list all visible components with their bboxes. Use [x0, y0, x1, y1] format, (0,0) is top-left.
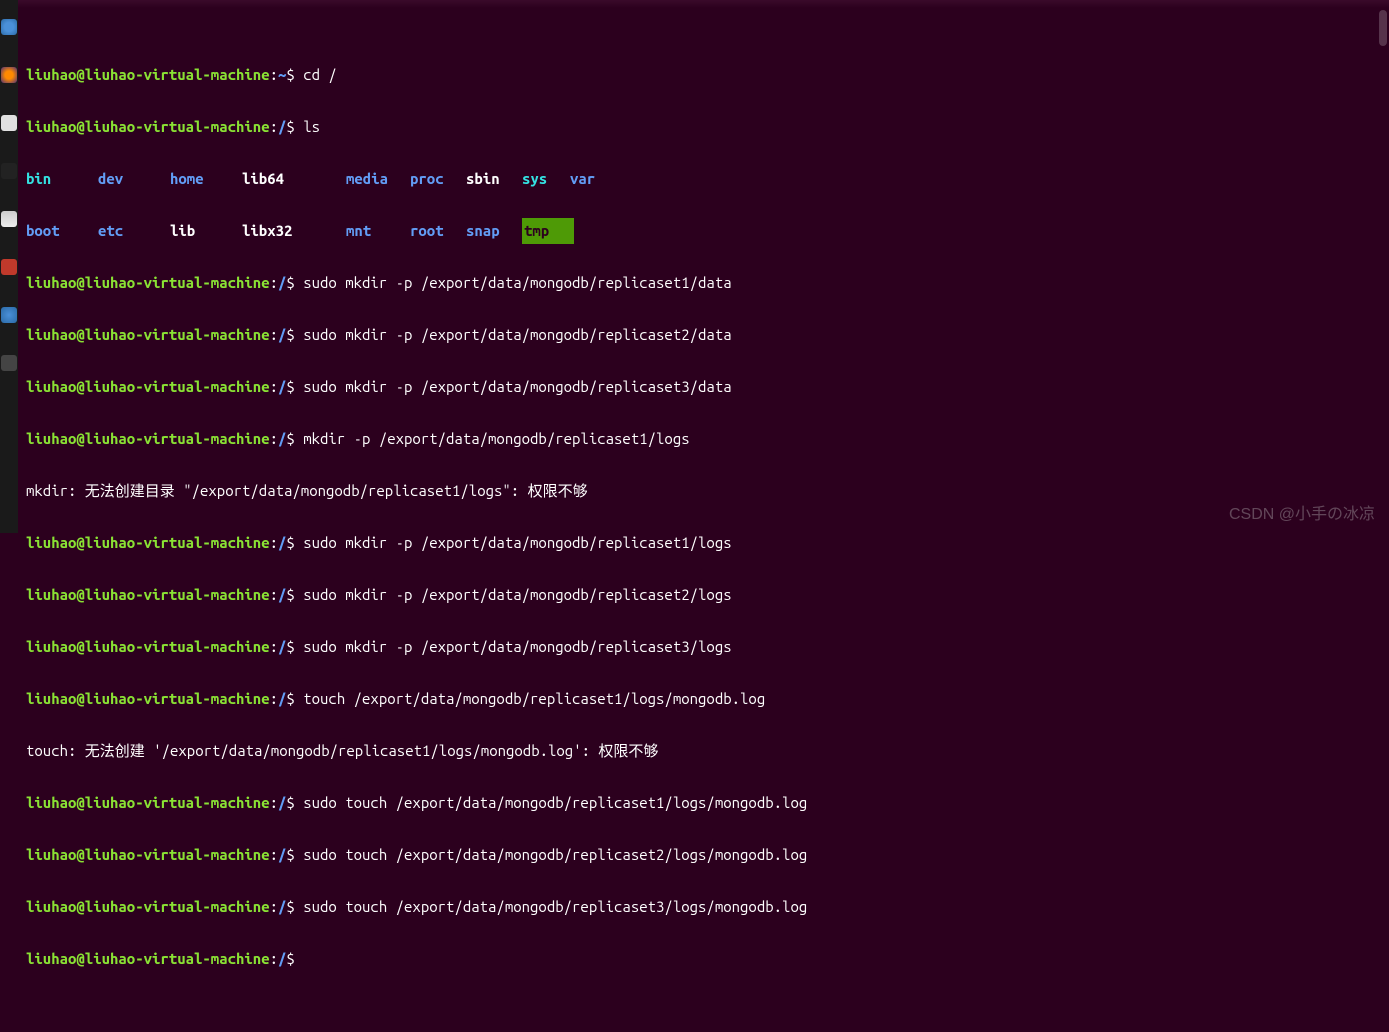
ls-entry-lib64: lib64 [242, 166, 346, 192]
watermark-text: CSDN @小手の冰凉 [1229, 500, 1375, 524]
prompt-sep: : [270, 66, 278, 83]
firefox-icon[interactable] [1, 67, 17, 83]
ls-entry-home: home [170, 166, 242, 192]
ls-entry-dev: dev [98, 166, 170, 192]
terminal-window: liuhao@liuhao-virtual-machine:~$ cd / li… [18, 0, 1389, 530]
ls-row-2: bootetcliblibx32mntrootsnaptmp [26, 218, 1381, 244]
mkdir-error: mkdir: 无法创建目录 "/export/data/mongodb/repl… [26, 478, 1381, 504]
ls-entry-root: root [410, 218, 466, 244]
term-line: liuhao@liuhao-virtual-machine:/$ sudo to… [26, 790, 1381, 816]
term-line: liuhao@liuhao-virtual-machine:/$ sudo to… [26, 842, 1381, 868]
terminal-output[interactable]: liuhao@liuhao-virtual-machine:~$ cd / li… [18, 8, 1389, 1032]
ls-entry-boot: boot [26, 218, 98, 244]
term-line: liuhao@liuhao-virtual-machine:/$ mkdir -… [26, 426, 1381, 452]
ls-entry-libx32: libx32 [242, 218, 346, 244]
cmd-mkdir-fail: mkdir -p /export/data/mongodb/replicaset… [303, 430, 689, 447]
cmd-ls: ls [303, 118, 320, 135]
ubuntu-dock[interactable] [0, 0, 18, 533]
ls-entry-mnt: mnt [346, 218, 410, 244]
term-line: liuhao@liuhao-virtual-machine:/$ sudo mk… [26, 322, 1381, 348]
ls-entry-sys: sys [522, 166, 570, 192]
term-line-current[interactable]: liuhao@liuhao-virtual-machine:/$ [26, 946, 1381, 972]
ls-entry-snap: snap [466, 218, 522, 244]
terminal-icon[interactable] [1, 163, 17, 179]
term-line: liuhao@liuhao-virtual-machine:/$ ls [26, 114, 1381, 140]
prompt-dollar: $ [286, 66, 294, 83]
ls-entry-sbin: sbin [466, 166, 522, 192]
touch-error: touch: 无法创建 '/export/data/mongodb/replic… [26, 738, 1381, 764]
cmd-touch-fail: touch /export/data/mongodb/replicaset1/l… [303, 690, 765, 707]
ls-entry-lib: lib [170, 218, 242, 244]
term-line: liuhao@liuhao-virtual-machine:~$ cd / [26, 62, 1381, 88]
prompt-user: liuhao@liuhao-virtual-machine [26, 66, 270, 83]
help-icon[interactable] [1, 259, 17, 275]
term-line: liuhao@liuhao-virtual-machine:/$ sudo mk… [26, 582, 1381, 608]
terminal-titlebar[interactable] [18, 0, 1389, 8]
terminal-scrollbar[interactable] [1379, 8, 1387, 538]
ls-entry-media: media [346, 166, 410, 192]
term-line: liuhao@liuhao-virtual-machine:/$ sudo to… [26, 894, 1381, 920]
files-icon[interactable] [1, 19, 17, 35]
dock-extra-icon[interactable] [1, 355, 17, 371]
ls-row-1: bindevhomelib64mediaprocsbinsysvar [26, 166, 1381, 192]
term-line: liuhao@liuhao-virtual-machine:/$ sudo mk… [26, 530, 1381, 556]
cmd-cd: cd / [303, 66, 337, 83]
amazon-icon[interactable] [1, 115, 17, 131]
ls-entry-etc: etc [98, 218, 170, 244]
term-line: liuhao@liuhao-virtual-machine:/$ sudo mk… [26, 374, 1381, 400]
ls-entry-bin: bin [26, 166, 98, 192]
ls-entry-tmp: tmp [522, 218, 574, 244]
ls-entry-proc: proc [410, 166, 466, 192]
software-icon[interactable] [1, 307, 17, 323]
scrollbar-thumb[interactable] [1379, 10, 1387, 46]
gedit-icon[interactable] [1, 211, 17, 227]
cmd-mkdir: sudo mkdir -p /export/data/mongodb/repli… [303, 274, 731, 291]
term-line: liuhao@liuhao-virtual-machine:/$ sudo mk… [26, 634, 1381, 660]
term-line: liuhao@liuhao-virtual-machine:/$ sudo mk… [26, 270, 1381, 296]
ls-entry-var: var [570, 166, 618, 192]
term-line: liuhao@liuhao-virtual-machine:/$ touch /… [26, 686, 1381, 712]
